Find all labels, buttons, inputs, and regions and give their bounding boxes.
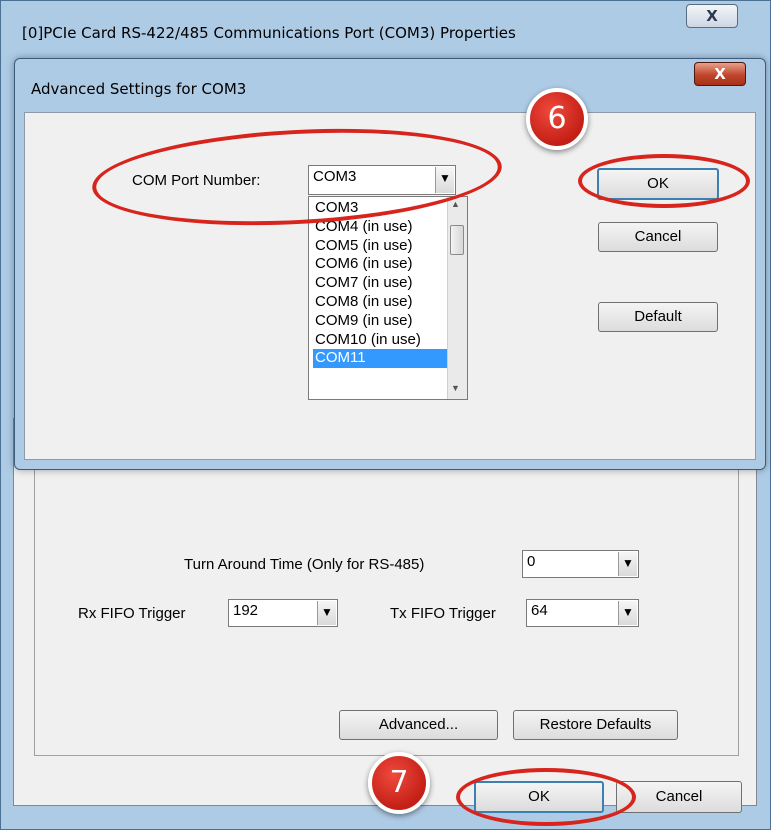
com-port-option[interactable]: COM7 (in use) xyxy=(313,274,449,293)
default-button[interactable]: Default xyxy=(598,302,718,332)
com-port-option[interactable]: COM11 xyxy=(313,349,449,369)
advanced-settings-title: Advanced Settings for COM3 xyxy=(31,80,247,98)
highlight-properties-ok-ellipse xyxy=(456,768,636,826)
highlight-advanced-ok-ellipse xyxy=(578,154,750,208)
rx-fifo-select[interactable]: 192 ▼ xyxy=(228,599,338,627)
com-port-option[interactable]: COM6 (in use) xyxy=(313,255,449,274)
properties-window-title: [0]PCIe Card RS-422/485 Communications P… xyxy=(22,24,516,42)
chevron-down-icon[interactable]: ▼ xyxy=(618,552,637,576)
chevron-down-icon[interactable]: ▼ xyxy=(317,601,336,625)
rx-fifo-value: 192 xyxy=(233,602,259,619)
tx-fifo-label: Tx FIFO Trigger xyxy=(390,605,496,622)
turn-around-value: 0 xyxy=(527,553,536,570)
chevron-down-icon[interactable]: ▼ xyxy=(618,601,637,625)
scroll-up-icon[interactable]: ▲ xyxy=(451,199,460,209)
step-6-badge: 6 xyxy=(526,88,588,150)
advanced-cancel-button[interactable]: Cancel xyxy=(598,222,718,252)
turn-around-label: Turn Around Time (Only for RS-485) xyxy=(184,556,425,573)
tx-fifo-value: 64 xyxy=(531,602,548,619)
tx-fifo-select[interactable]: 64 ▼ xyxy=(526,599,639,627)
advanced-button[interactable]: Advanced... xyxy=(339,710,498,740)
com-port-option[interactable]: COM5 (in use) xyxy=(313,237,449,256)
rx-fifo-label: Rx FIFO Trigger xyxy=(78,605,186,622)
properties-close-button[interactable]: X xyxy=(686,4,738,28)
step-7-badge: 7 xyxy=(368,752,430,814)
com-port-options: COM3 COM4 (in use) COM5 (in use) COM6 (in u… xyxy=(313,199,449,369)
list-scrollbar[interactable]: ▲ ▼ xyxy=(447,197,467,399)
scroll-down-icon[interactable]: ▼ xyxy=(451,383,460,393)
com-port-option[interactable]: COM10 (in use) xyxy=(313,331,449,350)
com-port-option[interactable]: COM8 (in use) xyxy=(313,293,449,312)
com-port-option[interactable]: COM9 (in use) xyxy=(313,312,449,331)
advanced-close-button[interactable]: X xyxy=(694,62,746,86)
turn-around-select[interactable]: 0 ▼ xyxy=(522,550,639,578)
scroll-thumb[interactable] xyxy=(450,225,464,255)
com-port-dropdown-list[interactable]: COM3 COM4 (in use) COM5 (in use) COM6 (in u… xyxy=(308,196,468,400)
restore-defaults-button[interactable]: Restore Defaults xyxy=(513,710,678,740)
